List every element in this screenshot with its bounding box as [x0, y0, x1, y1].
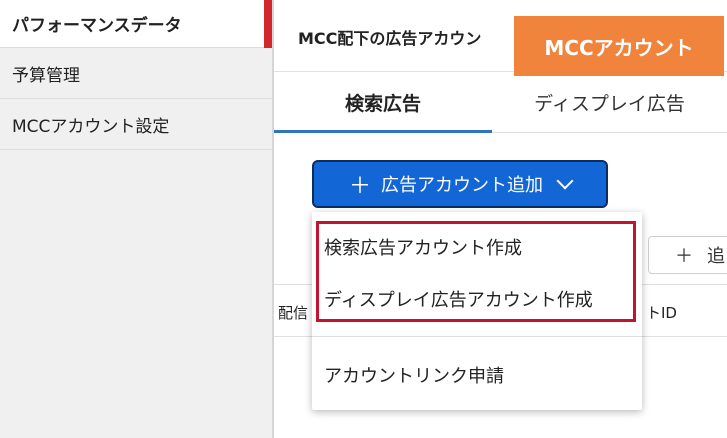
menu-divider [312, 336, 642, 337]
sidebar-item-label: 予算管理 [12, 66, 80, 86]
menu-item-account-link-request[interactable]: アカウントリンク申請 [324, 362, 504, 388]
tab-label: ディスプレイ広告 [534, 92, 685, 115]
sidebar-item-mcc-settings[interactable]: MCCアカウント設定 [0, 100, 272, 150]
plus-icon: ＋ [348, 174, 371, 199]
tab-label: 検索広告 [344, 92, 421, 115]
add-ad-account-button[interactable]: ＋ 広告アカウント追加 [312, 160, 608, 208]
sidebar-item-performance-data[interactable]: パフォーマンスデータ [0, 0, 272, 48]
chevron-down-icon [556, 172, 574, 190]
highlight-box [316, 221, 636, 322]
sidebar-item-budget[interactable]: 予算管理 [0, 49, 272, 99]
plus-icon: ＋ [675, 246, 693, 267]
add-button[interactable]: ＋ 追 [648, 236, 727, 274]
table-header-delivery: 配信 [278, 304, 309, 322]
add-button-label: 追 [707, 246, 725, 267]
sidebar-item-label: MCCアカウント設定 [12, 117, 170, 137]
tab-bar: 検索広告 ディスプレイ広告 [274, 72, 727, 133]
sidebar-item-label: パフォーマンスデータ [12, 16, 182, 36]
table-header-id: トID [646, 304, 677, 322]
page-title: MCC配下の広告アカウン [298, 29, 482, 48]
mcc-account-badge: MCCアカウント [514, 16, 724, 76]
sidebar: パフォーマンスデータ 予算管理 MCCアカウント設定 [0, 0, 272, 438]
active-indicator [264, 0, 272, 48]
tab-search-ads[interactable]: 検索広告 [274, 72, 492, 133]
tab-display-ads[interactable]: ディスプレイ広告 [492, 72, 727, 132]
add-ad-account-label: 広告アカウント追加 [381, 175, 543, 196]
